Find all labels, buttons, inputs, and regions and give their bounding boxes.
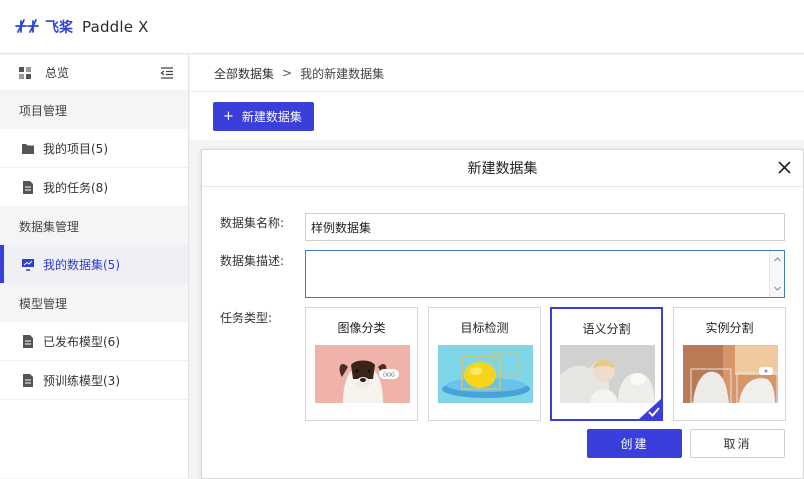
scroll-up-icon[interactable]	[774, 256, 781, 263]
monitor-chart-icon	[22, 258, 34, 271]
breadcrumb-current: 我的新建数据集	[300, 66, 385, 81]
dog-photo-image: DOG	[315, 345, 410, 403]
plus-icon: +	[223, 108, 234, 124]
collapse-menu-icon[interactable]	[160, 66, 174, 80]
main-content: 全部数据集 > 我的新建数据集 + 新建数据集 新建数据集 数据集名称: 样例数…	[190, 55, 804, 479]
sidebar-item-my-projects[interactable]: 我的项目(5)	[0, 129, 188, 168]
sidebar-item-my-tasks[interactable]: 我的任务(8)	[0, 168, 188, 207]
folder-icon	[22, 143, 34, 154]
task-type-instance-segmentation[interactable]: 实例分割	[673, 307, 786, 421]
sidebar: 总览 项目管理 我的项目(5) 我的任务(8) 数据集管理 我的数据集(5) 模…	[0, 55, 189, 478]
top-bar: 飞桨 Paddle X	[0, 0, 804, 54]
dataset-name-field[interactable]: 样例数据集	[305, 213, 785, 241]
task-type-classification[interactable]: 图像分类 DOG	[305, 307, 418, 421]
new-dataset-label: 新建数据集	[241, 109, 302, 124]
dataset-desc-label: 数据集描述:	[220, 254, 285, 268]
breadcrumb-root[interactable]: 全部数据集	[214, 65, 274, 82]
breadcrumb: 全部数据集 > 我的新建数据集	[190, 55, 804, 92]
new-dataset-button[interactable]: + 新建数据集	[213, 101, 314, 131]
task-type-title: 目标检测	[460, 321, 509, 335]
sidebar-group-datasets: 数据集管理	[0, 207, 188, 245]
description-scrollbar[interactable]	[769, 251, 784, 297]
dataset-description-field[interactable]	[305, 250, 785, 298]
sidebar-item-pretrained-models[interactable]: 预训练模型(3)	[0, 361, 188, 400]
dialog-title: 新建数据集	[467, 161, 538, 177]
cancel-button[interactable]: 取消	[690, 429, 785, 458]
sidebar-item-label: 我的数据集(5)	[43, 257, 120, 272]
task-type-title: 图像分类	[337, 321, 386, 335]
sidebar-overview[interactable]: 总览	[0, 55, 188, 91]
close-icon[interactable]	[778, 161, 791, 174]
document-icon	[23, 180, 33, 194]
create-button[interactable]: 创建	[587, 429, 682, 458]
person-dog-detection-photo-image	[683, 345, 778, 403]
lemon-plate-photo-image	[438, 345, 533, 403]
new-dataset-dialog: 新建数据集 数据集名称: 样例数据集 数据集描述: 任务类型: 图像分类 DOG…	[201, 149, 804, 479]
task-type-semantic-segmentation[interactable]: 语义分割	[550, 307, 663, 421]
sidebar-item-my-datasets[interactable]: 我的数据集(5)	[0, 245, 188, 284]
sidebar-group-projects: 项目管理	[0, 91, 188, 129]
sidebar-overview-label: 总览	[45, 66, 70, 80]
toolbar: + 新建数据集	[190, 92, 804, 140]
sidebar-item-label: 已发布模型(6)	[43, 334, 120, 349]
dataset-name-value: 样例数据集	[311, 220, 372, 235]
document-icon	[23, 334, 33, 348]
task-type-title: 实例分割	[705, 321, 754, 335]
breadcrumb-separator: >	[282, 66, 293, 80]
dialog-header: 新建数据集	[202, 150, 803, 187]
task-type-detection[interactable]: 目标检测	[428, 307, 541, 421]
dataset-name-label: 数据集名称:	[220, 216, 285, 230]
task-type-title: 语义分割	[582, 322, 631, 336]
logo-text: Paddle X	[82, 17, 149, 36]
sidebar-item-published-models[interactable]: 已发布模型(6)	[0, 322, 188, 361]
logo-brand-text: 飞桨	[45, 19, 74, 36]
sidebar-item-label: 我的任务(8)	[43, 180, 108, 195]
sidebar-item-label: 我的项目(5)	[43, 141, 108, 156]
dashboard-icon	[19, 66, 31, 79]
task-type-label: 任务类型:	[220, 311, 273, 325]
document-icon	[23, 373, 33, 387]
paddle-logo-icon[interactable]: 飞桨	[14, 17, 78, 37]
sidebar-group-models: 模型管理	[0, 284, 188, 322]
task-type-options: 图像分类 DOG 目标检测 语义分割 实例分割	[305, 307, 787, 421]
svg-text:DOG: DOG	[383, 373, 395, 379]
sidebar-item-label: 预训练模型(3)	[43, 373, 120, 388]
selected-check-icon	[638, 398, 662, 420]
scroll-down-icon[interactable]	[774, 285, 781, 292]
child-with-dog-photo-image	[560, 345, 655, 403]
